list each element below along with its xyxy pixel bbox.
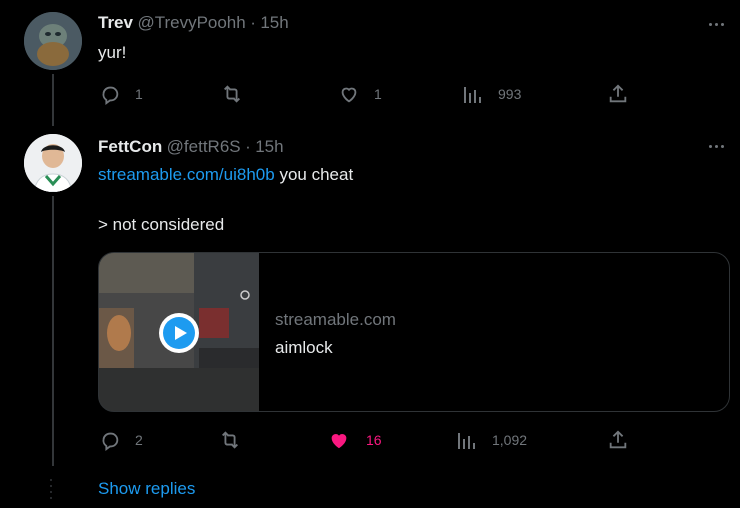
timestamp[interactable]: 15h <box>255 137 283 156</box>
tweet-link[interactable]: streamable.com/ui8h0b <box>98 165 275 184</box>
avatar-image <box>24 12 82 70</box>
card-title: aimlock <box>275 338 333 357</box>
reply-count: 1 <box>135 86 143 102</box>
display-name[interactable]: FettCon <box>98 137 162 156</box>
display-name[interactable]: Trev <box>98 13 133 32</box>
avatar-image <box>24 134 82 192</box>
analytics-icon <box>458 433 475 449</box>
tweet-text: streamable.com/ui8h0b you cheat <box>98 165 353 185</box>
retweet-icon <box>224 85 240 103</box>
reply-button[interactable]: 2 <box>99 429 143 451</box>
more-options-icon[interactable] <box>709 23 724 26</box>
card-domain: streamable.com <box>275 310 396 329</box>
thread-dots <box>50 479 52 499</box>
share-button[interactable] <box>607 83 629 105</box>
share-icon <box>609 84 627 103</box>
handle[interactable]: @TrevyPoohh <box>137 13 245 32</box>
share-button[interactable] <box>607 429 629 451</box>
play-icon <box>163 317 195 349</box>
tweet-text-rest: you cheat <box>274 165 354 184</box>
reply-button[interactable]: 1 <box>99 83 143 105</box>
tweet-header: Trev @TrevyPoohh · 15h <box>98 13 289 33</box>
video-thumbnail[interactable] <box>99 253 259 411</box>
view-count: 1,092 <box>492 432 528 448</box>
heart-filled-icon <box>331 434 347 449</box>
heart-icon <box>341 87 357 103</box>
tweet-text: yur! <box>98 43 127 62</box>
views-button[interactable]: 993 <box>462 83 521 105</box>
retweet-icon <box>222 431 238 449</box>
avatar[interactable] <box>24 134 82 192</box>
timestamp[interactable]: 15h <box>260 13 288 32</box>
reply-icon <box>102 86 119 105</box>
like-button[interactable]: 1 <box>338 83 382 105</box>
retweet-button[interactable] <box>220 83 244 105</box>
handle[interactable]: @fettR6S <box>167 137 241 156</box>
separator: · <box>245 137 251 156</box>
separator: · <box>250 13 256 32</box>
like-count: 1 <box>374 86 382 102</box>
thread-connector <box>52 196 54 466</box>
avatar[interactable] <box>24 12 82 70</box>
thread-connector <box>52 74 54 126</box>
more-options-icon[interactable] <box>709 145 724 148</box>
views-button[interactable]: 1,092 <box>456 429 527 451</box>
link-card[interactable]: streamable.com aimlock <box>98 252 730 412</box>
analytics-icon <box>464 87 481 103</box>
reply-icon <box>102 432 119 451</box>
retweet-button[interactable] <box>218 429 242 451</box>
like-button[interactable]: 16 <box>327 429 382 451</box>
reply-count: 2 <box>135 432 143 448</box>
view-count: 993 <box>498 86 522 102</box>
show-replies-link[interactable]: Show replies <box>98 479 195 499</box>
play-button[interactable] <box>159 313 199 353</box>
tweet-text-line2: > not considered <box>98 215 225 234</box>
like-count: 16 <box>366 432 382 448</box>
share-icon <box>609 430 627 449</box>
tweet-header: FettCon @fettR6S · 15h <box>98 137 284 157</box>
